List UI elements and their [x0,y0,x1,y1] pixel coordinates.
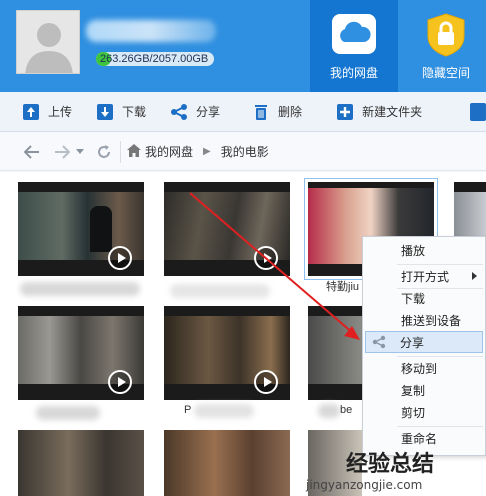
menu-item-label: 剪切 [401,405,426,420]
context-menu: 播放 打开方式 下载 推送到设备 分享 移动到 复制 剪切 重命名 [362,236,486,456]
menu-item-push-to-device[interactable]: 推送到设备 [363,309,485,331]
submenu-arrow-icon [472,272,477,280]
menu-item-share[interactable]: 分享 [365,331,483,353]
menu-item-play[interactable]: 播放 [363,239,485,261]
share-icon [372,335,386,352]
menu-item-label: 分享 [400,335,425,350]
menu-item-label: 复制 [401,383,426,398]
menu-item-cut[interactable]: 剪切 [363,401,485,423]
menu-item-label: 重命名 [401,431,438,446]
watermark-url: jingyanzongjie.com [306,478,423,492]
menu-item-label: 下载 [401,291,426,306]
menu-item-label: 打开方式 [401,269,450,284]
menu-item-label: 播放 [401,243,426,258]
menu-item-label: 推送到设备 [401,313,462,328]
menu-item-move-to[interactable]: 移动到 [363,357,485,379]
watermark-text: 经验总结 [346,452,435,477]
menu-item-open-with[interactable]: 打开方式 [363,265,485,287]
menu-item-label: 移动到 [401,361,438,376]
menu-item-download[interactable]: 下载 [363,287,485,309]
menu-item-copy[interactable]: 复制 [363,379,485,401]
